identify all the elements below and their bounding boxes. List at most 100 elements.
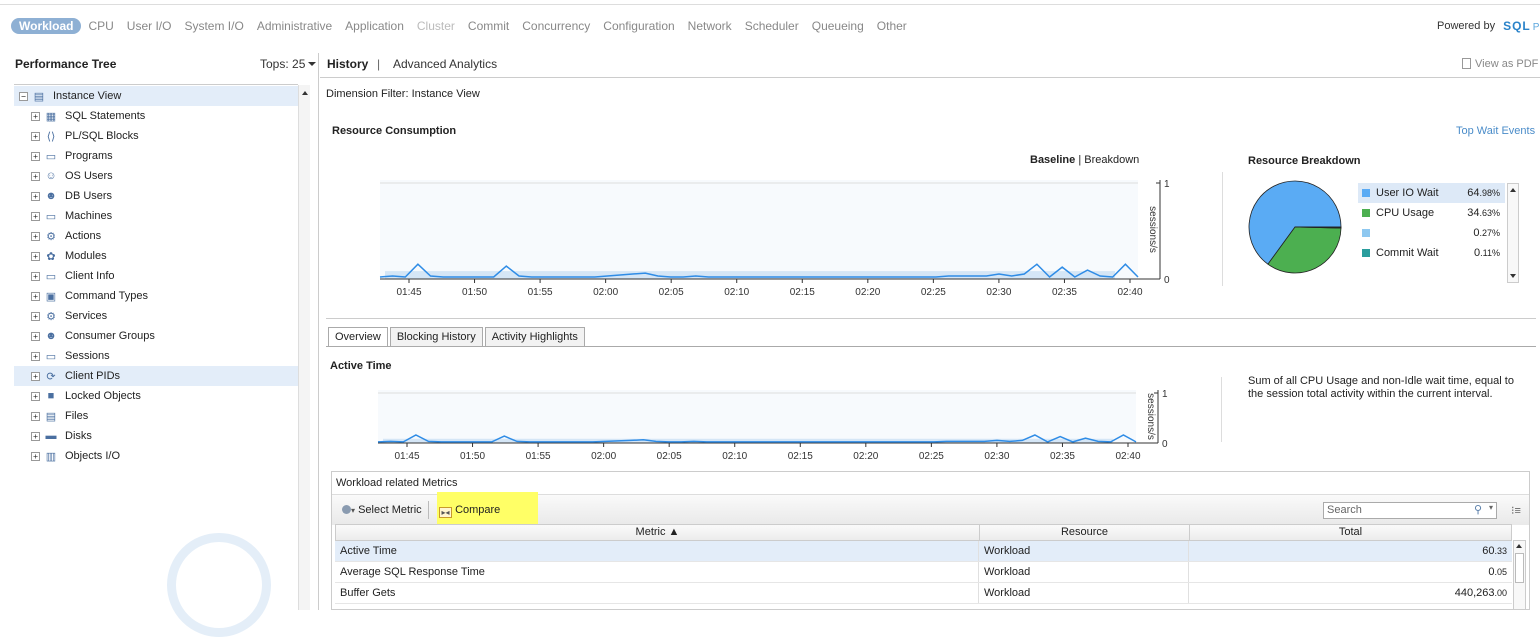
nav-tab-scheduler[interactable]: Scheduler [745, 19, 799, 33]
tree-item-machines[interactable]: +▭Machines [14, 206, 298, 226]
legend-item[interactable]: Commit Wait0.11% [1358, 243, 1505, 263]
tree-item-locked-objects[interactable]: +■Locked Objects [14, 386, 298, 406]
expand-icon[interactable]: + [31, 272, 40, 281]
nav-tab-system-i-o[interactable]: System I/O [184, 19, 243, 33]
tree-item-pl-sql-blocks[interactable]: +⟨⟩PL/SQL Blocks [14, 126, 298, 146]
table-row[interactable]: Buffer GetsWorkload440,263.00 [335, 583, 1512, 604]
powered-by: Powered by SQLPI [1437, 19, 1540, 33]
tab-overview[interactable]: Overview [328, 327, 388, 346]
nav-tab-queueing[interactable]: Queueing [812, 19, 864, 33]
logo-suffix: PI [1533, 22, 1540, 33]
tree-item-label: SQL Statements [65, 110, 145, 122]
expand-icon[interactable]: + [31, 152, 40, 161]
nav-tab-workload[interactable]: Workload [11, 18, 81, 34]
tab-activity-highlights[interactable]: Activity Highlights [485, 327, 585, 346]
tree-item-sessions[interactable]: +▭Sessions [14, 346, 298, 366]
tree-item-modules[interactable]: +✿Modules [14, 246, 298, 266]
cell-total: 440,263.00 [1189, 583, 1512, 603]
tree-item-client-info[interactable]: +▭Client Info [14, 266, 298, 286]
tab-history[interactable]: History [327, 57, 368, 71]
y-axis-label: sessions/s [1145, 393, 1156, 440]
collapse-icon[interactable]: − [19, 92, 28, 101]
nav-tab-network[interactable]: Network [688, 19, 732, 33]
expand-icon[interactable]: + [31, 212, 40, 221]
search-icon[interactable]: ⚲ [1474, 503, 1482, 516]
tree-item-files[interactable]: +▤Files [14, 406, 298, 426]
baseline-toggle[interactable]: Baseline [1030, 154, 1075, 166]
scroll-up-icon[interactable] [1510, 188, 1516, 192]
search-input[interactable]: Search ⚲ ▾ [1323, 502, 1497, 519]
tree-item-services[interactable]: +⚙Services [14, 306, 298, 326]
cell-resource: Workload [979, 562, 1189, 582]
expand-icon[interactable]: + [31, 372, 40, 381]
expand-icon[interactable]: + [31, 112, 40, 121]
expand-icon[interactable]: + [31, 312, 40, 321]
expand-icon[interactable]: + [31, 172, 40, 181]
tab-advanced-analytics[interactable]: Advanced Analytics [393, 57, 497, 71]
panel-divider[interactable] [318, 53, 319, 610]
legend-scrollbar[interactable] [1507, 183, 1519, 283]
expand-icon[interactable]: + [31, 192, 40, 201]
chevron-down-icon[interactable]: ▾ [1489, 503, 1493, 512]
column-metric[interactable]: Metric ▲ [336, 525, 980, 540]
scroll-up-icon[interactable] [1516, 544, 1522, 548]
table-row[interactable]: Average SQL Response TimeWorkload0.05 [335, 562, 1512, 583]
table-row[interactable]: Active TimeWorkload60.33 [335, 541, 1512, 562]
tree-item-client-pids[interactable]: +⟳Client PIDs [14, 366, 298, 386]
legend-item[interactable]: User IO Wait64.98% [1358, 183, 1505, 203]
legend-item[interactable]: 0.27% [1358, 223, 1505, 243]
nav-tab-cluster[interactable]: Cluster [417, 19, 455, 33]
expand-icon[interactable]: + [31, 132, 40, 141]
tree-scrollbar[interactable] [298, 85, 310, 610]
view-as-pdf-label: View as PDF [1475, 58, 1538, 70]
tree-item-instance-view[interactable]: −▤Instance View [14, 86, 298, 106]
y-axis-label: sessions/s [1147, 206, 1158, 253]
tree-item-programs[interactable]: +▭Programs [14, 146, 298, 166]
tree-item-disks[interactable]: +▬Disks [14, 426, 298, 446]
compare-button[interactable]: ▸◂ Compare [439, 504, 500, 518]
view-as-pdf-link[interactable]: View as PDF [1462, 58, 1538, 70]
expand-icon[interactable]: + [31, 432, 40, 441]
expand-icon[interactable]: + [31, 332, 40, 341]
expand-icon[interactable]: + [31, 392, 40, 401]
tree-item-db-users[interactable]: +☻DB Users [14, 186, 298, 206]
nav-tab-application[interactable]: Application [345, 19, 404, 33]
expand-icon[interactable]: + [31, 352, 40, 361]
nav-tab-commit[interactable]: Commit [468, 19, 509, 33]
nav-tab-concurrency[interactable]: Concurrency [522, 19, 590, 33]
resource-consumption-chart[interactable]: 01:4501:5001:5502:0002:0502:1002:1502:20… [370, 175, 1190, 300]
legend-item[interactable]: CPU Usage34.63% [1358, 203, 1505, 223]
tree-item-objects-i-o[interactable]: +▥Objects I/O [14, 446, 298, 466]
tree-item-command-types[interactable]: +▣Command Types [14, 286, 298, 306]
expand-icon[interactable]: + [31, 412, 40, 421]
column-total[interactable]: Total [1190, 525, 1511, 540]
breakdown-toggle[interactable]: Breakdown [1084, 154, 1139, 166]
expand-icon[interactable]: + [31, 232, 40, 241]
scroll-down-icon[interactable] [1510, 274, 1516, 278]
tops-dropdown[interactable]: Tops: 25 [260, 57, 316, 71]
tree-item-label: Machines [65, 210, 112, 222]
column-menu-icon[interactable]: ⁝≡ [1511, 504, 1521, 517]
expand-icon[interactable]: + [31, 292, 40, 301]
nav-tab-configuration[interactable]: Configuration [603, 19, 674, 33]
scroll-up-icon[interactable] [302, 91, 308, 95]
grid-scrollbar[interactable] [1513, 540, 1526, 610]
x-tick-label: 02:40 [1115, 451, 1140, 462]
scroll-thumb[interactable] [1515, 553, 1524, 583]
expand-icon[interactable]: + [31, 252, 40, 261]
expand-icon[interactable]: + [31, 452, 40, 461]
tree-item-os-users[interactable]: +☺OS Users [14, 166, 298, 186]
nav-tab-administrative[interactable]: Administrative [257, 19, 332, 33]
nav-tab-cpu[interactable]: CPU [88, 19, 113, 33]
nav-tab-user-i-o[interactable]: User I/O [127, 19, 172, 33]
tree-item-sql-statements[interactable]: +▦SQL Statements [14, 106, 298, 126]
resource-breakdown-pie[interactable] [1246, 180, 1346, 275]
select-metric-button[interactable]: ▾ Select Metric [342, 504, 422, 516]
top-wait-events-link[interactable]: Top Wait Events [1456, 125, 1535, 137]
column-resource[interactable]: Resource [980, 525, 1190, 540]
tab-blocking-history[interactable]: Blocking History [390, 327, 483, 346]
tree-item-actions[interactable]: +⚙Actions [14, 226, 298, 246]
nav-tab-other[interactable]: Other [877, 19, 907, 33]
active-time-chart[interactable]: 01:4501:5001:5502:0002:0502:1002:1502:20… [368, 384, 1188, 464]
tree-item-consumer-groups[interactable]: +☻Consumer Groups [14, 326, 298, 346]
